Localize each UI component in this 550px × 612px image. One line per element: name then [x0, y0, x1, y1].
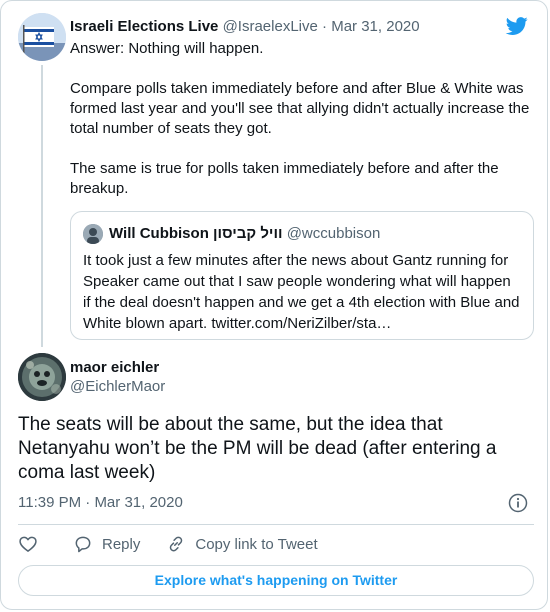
- header-separator: ·: [322, 18, 328, 35]
- link-icon: [170, 536, 183, 552]
- main-author-name[interactable]: maor eichler: [70, 358, 159, 378]
- like-button[interactable]: [18, 534, 47, 554]
- copy-link-button[interactable]: Copy link to Tweet: [166, 534, 318, 554]
- info-icon[interactable]: [508, 493, 528, 513]
- parent-tweet-header: Israeli Elections Live @IsraelexLive · M…: [70, 17, 420, 37]
- speech-bubble-icon: [75, 536, 91, 553]
- parent-tweet-text: Answer: Nothing will happen. Compare pol…: [70, 39, 536, 219]
- tweet-date[interactable]: Mar 31, 2020: [94, 494, 182, 511]
- embedded-tweet-card: Israeli Elections Live @IsraelexLive · M…: [0, 0, 548, 610]
- parent-paragraph: The same is true for polls taken immedia…: [70, 160, 499, 197]
- reply-label: Reply: [102, 535, 141, 553]
- parent-author-avatar[interactable]: [18, 13, 66, 61]
- quoted-tweet-text: It took just a few minutes after the new…: [83, 252, 520, 332]
- main-tweet-text: The seats will be about the same, but th…: [18, 414, 497, 483]
- twitter-bird-icon[interactable]: [505, 15, 529, 37]
- quoted-author-avatar: [83, 224, 103, 244]
- parent-paragraph: Answer: Nothing will happen.: [70, 40, 264, 57]
- heart-icon: [19, 536, 37, 552]
- main-author-handle[interactable]: @EichlerMaor: [70, 377, 165, 397]
- parent-author-name[interactable]: Israeli Elections Live: [70, 18, 218, 35]
- main-tweet-timestamp[interactable]: 11:39 PM · Mar 31, 2020: [18, 493, 183, 513]
- timestamp-separator: ·: [85, 494, 91, 511]
- explore-twitter-button[interactable]: Explore what's happening on Twitter: [18, 565, 534, 596]
- copy-link-label: Copy link to Tweet: [195, 535, 318, 553]
- parent-tweet-date[interactable]: Mar 31, 2020: [331, 18, 419, 35]
- quoted-author-handle: @wccubbison: [286, 225, 381, 242]
- main-author-avatar[interactable]: [18, 353, 66, 401]
- quoted-tweet[interactable]: Will Cubbison וויל קביסון @wccubbison It…: [70, 211, 534, 340]
- quoted-author-name: Will Cubbison וויל קביסון: [109, 225, 283, 242]
- divider: [18, 524, 534, 525]
- thread-connector-line: [41, 65, 43, 347]
- parent-author-handle[interactable]: @IsraelexLive: [223, 18, 318, 35]
- tweet-actions: Reply Copy link to Tweet: [18, 533, 344, 555]
- reply-button[interactable]: Reply: [73, 534, 140, 554]
- tweet-time[interactable]: 11:39 PM: [18, 494, 81, 511]
- parent-paragraph: Compare polls taken immediately before a…: [70, 80, 530, 137]
- quoted-tweet-header: Will Cubbison וויל קביסון @wccubbison: [83, 224, 521, 244]
